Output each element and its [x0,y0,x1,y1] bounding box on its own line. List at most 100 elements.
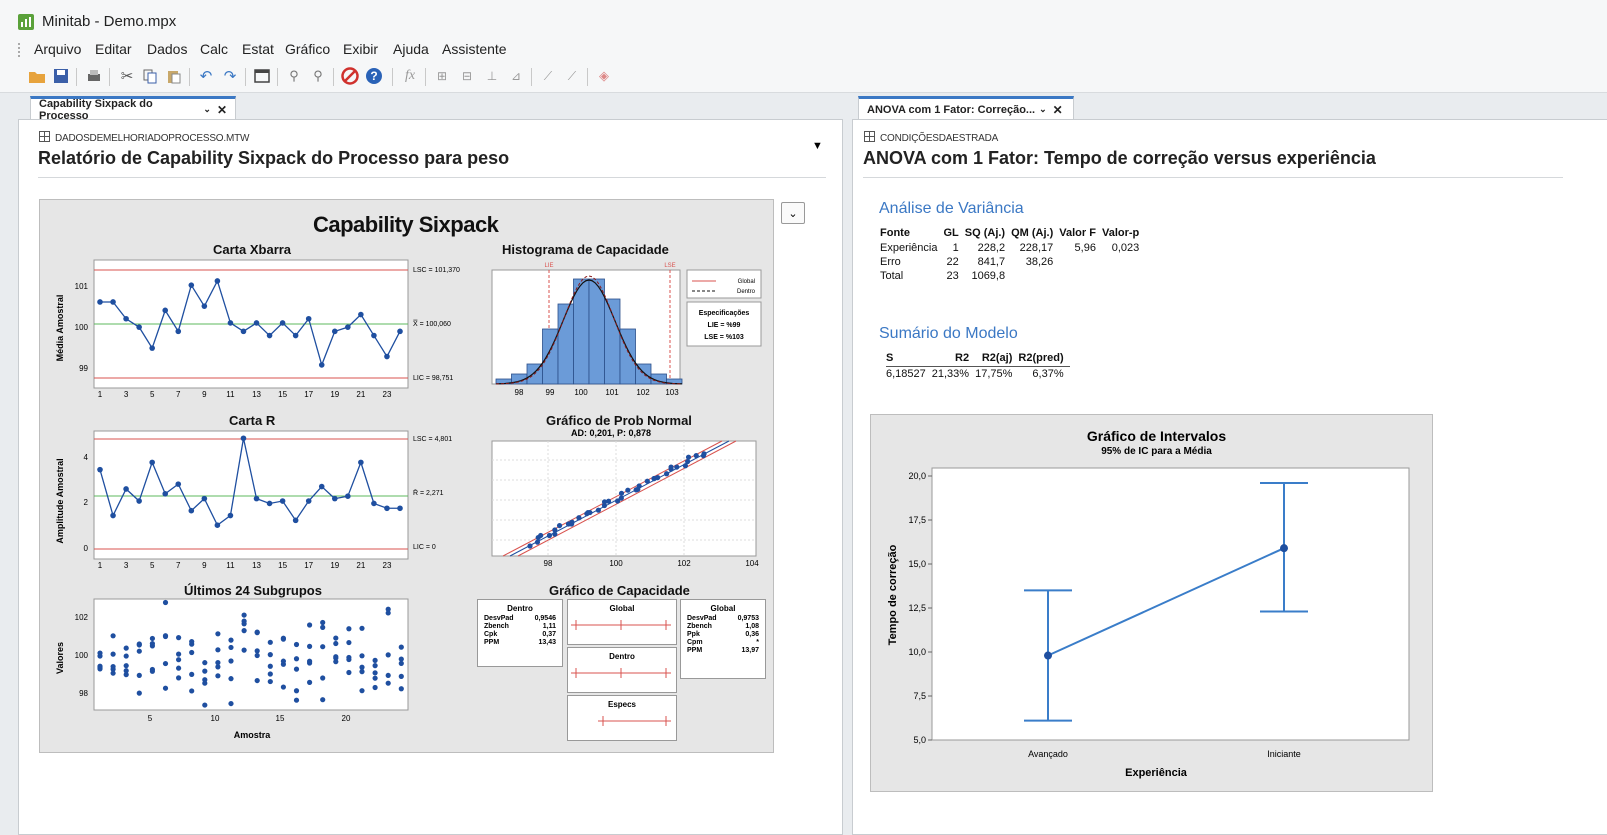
table-row: Experiência 1 228,2 228,17 5,96 0,023 [880,241,1145,255]
menu-assistente[interactable]: Assistente [442,41,507,57]
xbar-xtick: 9 [202,390,207,399]
columns-icon[interactable]: ⊞ [432,66,452,86]
prob-plot-area [491,440,757,557]
menu-ajuda[interactable]: Ajuda [393,41,429,57]
subgroup-point [136,672,142,678]
find-icon[interactable]: ⚲ [284,66,304,86]
subgroup-point [346,656,352,663]
menu-arquivo[interactable]: Arquivo [34,41,81,57]
r-point [136,498,142,504]
subgroup-point [398,644,404,650]
tab-chevron-icon[interactable]: ⌄ [1039,104,1047,115]
r-point [371,500,377,507]
subgroup-point [189,639,195,645]
subgroup-point [385,672,391,679]
subgroup-point [97,663,103,669]
tree-icon[interactable]: ⊥ [482,66,502,86]
collapse-arrow-icon[interactable]: ▼ [812,140,823,152]
title-bar [0,0,1607,36]
subgroup-point [267,652,273,658]
close-icon[interactable]: ✕ [1053,103,1063,117]
xbar-ytick: 99 [79,364,88,373]
r-point [162,490,169,497]
graph-options-button[interactable]: ⌄ [781,202,805,224]
subgroup-point [320,619,326,626]
last-xtick: 5 [148,714,153,723]
table-cell: 21,33% [931,368,970,380]
subgroup-point [267,678,273,685]
xbar-point [279,320,286,326]
subgroup-point [202,677,208,683]
stop-icon[interactable] [340,66,360,86]
redo-icon[interactable]: ↷ [220,66,240,86]
model-summary-heading: Sumário do Modelo [879,325,1018,342]
hist-bar [604,298,621,385]
menu-calc[interactable]: Calc [200,41,228,57]
toolbar-separator [531,68,532,86]
svg-text:?: ? [370,69,377,83]
xbar-point [201,303,208,309]
tab-capability-sixpack[interactable]: Capability Sixpack do Processo ⌄ ✕ [30,96,236,122]
table-row: 6,18527 21,33% 17,75% 6,37% [886,367,1070,382]
menu-grafico[interactable]: Gráfico [285,41,330,57]
graph-icon[interactable]: ⊿ [506,66,526,86]
edit-graph-icon[interactable]: ⟋ [538,66,558,86]
menu-dados[interactable]: Dados [147,41,187,57]
table-header: R2 [955,352,970,364]
hist-bar [573,278,590,385]
subgroup-point [189,688,195,694]
table-cell: Total [880,270,904,282]
copy-icon[interactable] [140,66,160,86]
window-icon[interactable] [252,66,272,86]
stat-row: Zbench 1,11 [484,623,556,631]
fx-icon[interactable]: fx [400,66,420,86]
subgroup-point [293,697,300,703]
menu-editar[interactable]: Editar [95,41,132,57]
cap-dentro-interval [571,668,671,678]
r-point [240,435,247,442]
table-row: Total 23 1069,8 [880,269,1145,283]
subgroup-point [110,633,116,639]
xbar-point [97,299,103,305]
prob-point [552,527,558,533]
xbar-center-label: X̿ = 100,060 [412,319,451,328]
xbar-point [227,320,234,326]
tab-anova[interactable]: ANOVA com 1 Fator: Correção... ⌄ ✕ [858,96,1074,120]
print-icon[interactable] [84,66,104,86]
legend-dentro-label: Dentro [737,289,756,295]
prob-point [569,519,575,525]
open-folder-icon[interactable] [27,66,47,86]
hist-xtick: 98 [515,388,524,397]
find-next-icon[interactable]: ⚲ [308,66,328,86]
hist-xtick: 103 [665,388,679,397]
brush-icon[interactable]: ⟋ [562,66,582,86]
stat-label: Ppk [687,631,700,638]
undo-icon[interactable]: ↶ [196,66,216,86]
help-icon[interactable]: ? [364,66,384,86]
close-icon[interactable]: ✕ [217,103,227,117]
pane-splitter[interactable] [845,95,851,833]
eraser-icon[interactable]: ◈ [594,66,614,86]
prob-point [685,454,692,460]
interval-ytick: 15,0 [908,559,926,569]
interval-mean-point [1280,544,1288,553]
cut-icon[interactable]: ✂ [117,66,137,86]
tab-chevron-icon[interactable]: ⌄ [203,104,211,115]
paste-icon[interactable] [164,66,184,86]
rows-icon[interactable]: ⊟ [457,66,477,86]
save-icon[interactable] [51,66,71,86]
minitab-app-icon [18,14,34,30]
subgroup-point [333,654,339,660]
r-point [214,522,221,528]
stat-value: 13,97 [741,647,759,654]
stat-row: DesvPad 0,9753 [687,615,759,623]
prob-point [534,539,541,545]
table-header: SQ (Aj.) [964,227,1006,239]
prob-title: Gráfico de Prob Normal [546,413,692,428]
r-point [345,493,351,500]
xbar-xtick: 23 [383,390,392,399]
menu-exibir[interactable]: Exibir [343,41,378,57]
r-xtick: 11 [226,561,235,570]
menu-estat[interactable]: Estat [242,41,274,57]
xbar-point [397,328,403,335]
